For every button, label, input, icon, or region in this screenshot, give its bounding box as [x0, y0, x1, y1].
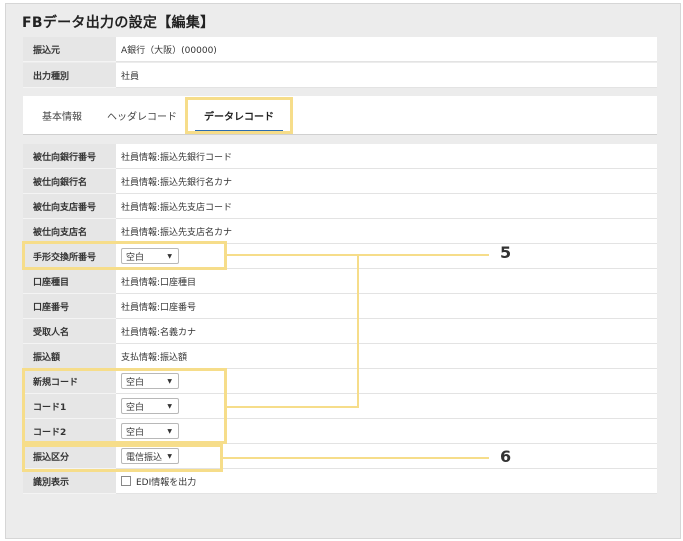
tab-header-record[interactable]: ヘッダレコード — [101, 96, 183, 134]
record-row: 口座番号 社員情報:口座番号 — [23, 294, 657, 319]
record-checkbox-cell: EDI情報を出力 — [116, 469, 657, 494]
connector-line — [227, 406, 359, 408]
callout-number-6: 6 — [500, 447, 512, 466]
connector-line — [223, 457, 489, 459]
record-row: 受取人名 社員情報:名義カナ — [23, 319, 657, 344]
tab-highlight — [185, 97, 293, 134]
field-value: 社員 — [116, 63, 657, 88]
field-value: A銀行（大阪）(00000) — [116, 37, 657, 62]
record-value: 社員情報:口座番号 — [116, 294, 657, 319]
record-label: 被仕向支店番号 — [23, 194, 116, 219]
field-row-output-type: 出力種別 社員 — [23, 63, 657, 88]
connector-line — [357, 254, 359, 408]
checkbox-label[interactable]: EDI情報を出力 — [136, 475, 196, 488]
field-label: 振込元 — [23, 37, 116, 62]
record-label: 識別表示 — [23, 469, 116, 494]
record-row: 識別表示 EDI情報を出力 — [23, 469, 657, 494]
record-value: 社員情報:振込先銀行コード — [116, 144, 657, 169]
record-label: 被仕向銀行番号 — [23, 144, 116, 169]
record-value: 社員情報:名義カナ — [116, 319, 657, 344]
tab-basic-info[interactable]: 基本情報 — [31, 96, 93, 134]
record-value: 社員情報:振込先銀行名カナ — [116, 169, 657, 194]
record-label: 被仕向銀行名 — [23, 169, 116, 194]
record-label: 振込額 — [23, 344, 116, 369]
record-row: 口座種目 社員情報:口座種目 — [23, 269, 657, 294]
highlight-box-transfer — [22, 444, 223, 472]
record-value: 社員情報:振込先支店コード — [116, 194, 657, 219]
record-label: 受取人名 — [23, 319, 116, 344]
highlight-box-codes — [22, 368, 227, 444]
record-label: 口座種目 — [23, 269, 116, 294]
record-row: 被仕向銀行名 社員情報:振込先銀行名カナ — [23, 169, 657, 194]
field-label: 出力種別 — [23, 63, 116, 88]
record-row: 振込額 支払情報:振込額 — [23, 344, 657, 369]
record-value: 支払情報:振込額 — [116, 344, 657, 369]
record-label: 口座番号 — [23, 294, 116, 319]
tab-bar: 基本情報 ヘッダレコード データレコード — [23, 96, 657, 135]
highlight-box-clearing — [22, 241, 227, 270]
callout-number-5: 5 — [500, 243, 512, 262]
record-row: 被仕向支店番号 社員情報:振込先支店コード — [23, 194, 657, 219]
edi-output-checkbox[interactable] — [121, 476, 131, 486]
record-value: 社員情報:口座種目 — [116, 269, 657, 294]
page-title: FBデータ出力の設定【編集】 — [22, 15, 215, 31]
field-row-source: 振込元 A銀行（大阪）(00000) — [23, 37, 657, 62]
record-row: 被仕向銀行番号 社員情報:振込先銀行コード — [23, 144, 657, 169]
